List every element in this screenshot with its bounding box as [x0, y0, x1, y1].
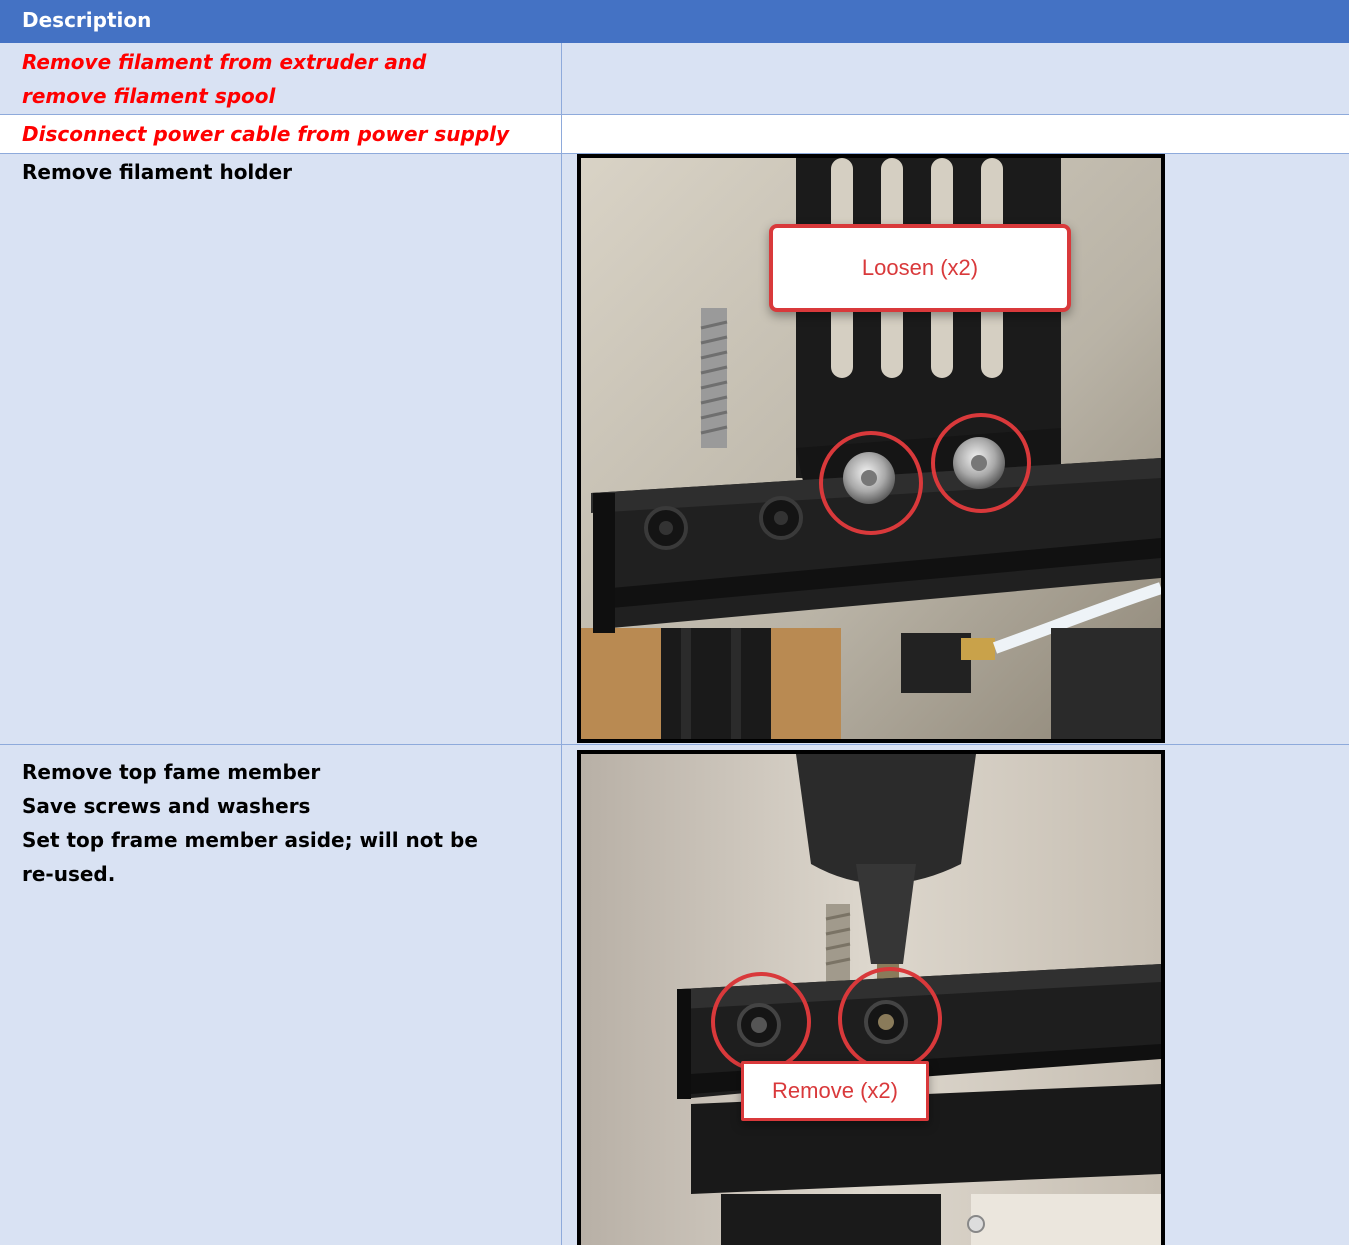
- step-text: Disconnect power cable from power supply: [22, 117, 509, 151]
- photo-filament-holder: Loosen (x2): [577, 154, 1165, 743]
- text-line: Remove filament holder: [22, 160, 293, 184]
- step-text: Remove filament from extruder and remove…: [22, 45, 426, 113]
- step-text: Remove top fame member Save screws and w…: [22, 755, 478, 891]
- table-row-1: Remove filament from extruder and remove…: [0, 43, 1349, 115]
- photo-illustration: [581, 754, 1161, 1245]
- text-line: re-used.: [22, 862, 116, 886]
- text-line: Save screws and washers: [22, 794, 311, 818]
- table-header: Description: [0, 0, 1349, 43]
- text-line: remove filament spool: [22, 84, 276, 108]
- callout-loosen: Loosen (x2): [769, 224, 1071, 312]
- header-description: Description: [22, 8, 152, 32]
- callout-remove: Remove (x2): [741, 1061, 929, 1121]
- text-line: Set top frame member aside; will not be: [22, 828, 478, 852]
- column-divider: [561, 43, 562, 1245]
- table-row-2: Disconnect power cable from power supply: [0, 115, 1349, 154]
- text-line: Remove filament from extruder and: [22, 50, 427, 74]
- text-line: Remove top fame member: [22, 760, 321, 784]
- text-line: Disconnect power cable from power supply: [22, 122, 510, 146]
- photo-top-frame: Remove (x2): [577, 750, 1165, 1245]
- step-text: Remove filament holder: [22, 155, 292, 189]
